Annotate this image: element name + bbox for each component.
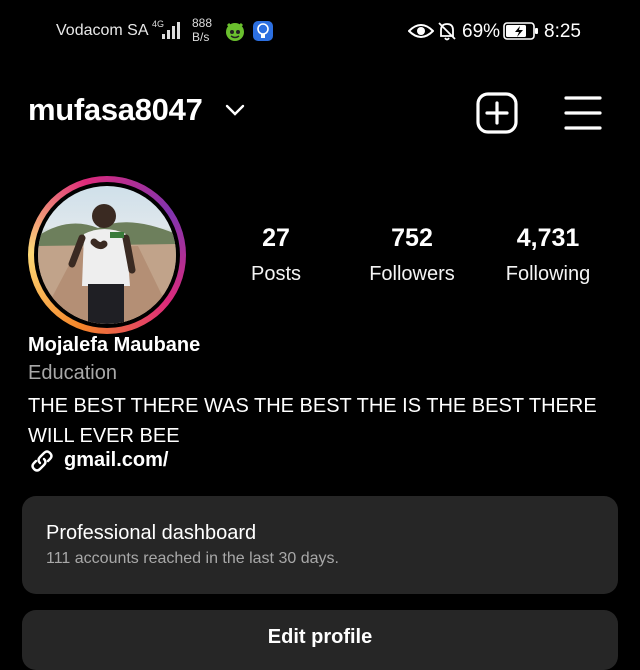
link-icon: [31, 450, 53, 472]
followers-label: Followers: [369, 263, 455, 285]
status-bar: Vodacom SA 4G 888 B/s 69% 8:25: [0, 16, 640, 46]
speed-unit: B/s: [192, 30, 210, 44]
edit-profile-label: Edit profile: [267, 626, 373, 648]
create-plus-icon[interactable]: [474, 90, 520, 136]
notification-bulb-icon: [253, 21, 273, 41]
professional-dashboard-card[interactable]: Professional dashboard 111 accounts reac…: [22, 496, 618, 594]
dashboard-subtitle: 111 accounts reached in the last 30 days…: [46, 550, 339, 567]
eye-comfort-icon: [408, 24, 434, 38]
profile-full-name: Mojalefa Maubane: [28, 334, 201, 356]
hamburger-menu-icon[interactable]: [560, 90, 606, 136]
battery-charging-icon: [503, 22, 538, 40]
avatar-gap: [34, 182, 180, 328]
profile-category: Education: [28, 362, 117, 384]
carrier-name: Vodacom SA: [56, 22, 149, 39]
speed-value: 888: [192, 16, 213, 30]
stat-following[interactable]: 4,731 Following: [478, 224, 618, 286]
network-speed: 888 B/s: [192, 16, 212, 44]
username-switcher[interactable]: mufasa8047: [28, 92, 203, 128]
profile-avatar[interactable]: [28, 176, 186, 334]
posts-count: 27: [262, 224, 290, 252]
profile-bio: THE BEST THERE WAS THE BEST THE IS THE B…: [28, 395, 597, 447]
avatar-person-illustration: [38, 204, 176, 324]
following-count: 4,731: [516, 224, 580, 252]
stat-followers[interactable]: 752 Followers: [342, 224, 482, 286]
stat-posts[interactable]: 27 Posts: [206, 224, 346, 286]
link-text[interactable]: gmail.com/: [64, 449, 168, 472]
following-label: Following: [505, 263, 591, 285]
clock: 8:25: [544, 21, 581, 42]
battery-percent: 69%: [462, 21, 501, 42]
bell-muted-icon: [438, 22, 456, 41]
notification-app-icon: [226, 22, 244, 41]
signal-icon: [162, 22, 180, 39]
avatar-photo: [38, 186, 176, 324]
edit-profile-button[interactable]: Edit profile: [22, 610, 618, 670]
chevron-down-icon[interactable]: [224, 102, 246, 118]
posts-label: Posts: [250, 263, 302, 285]
dashboard-title: Professional dashboard: [46, 522, 257, 544]
followers-count: 752: [391, 224, 433, 252]
